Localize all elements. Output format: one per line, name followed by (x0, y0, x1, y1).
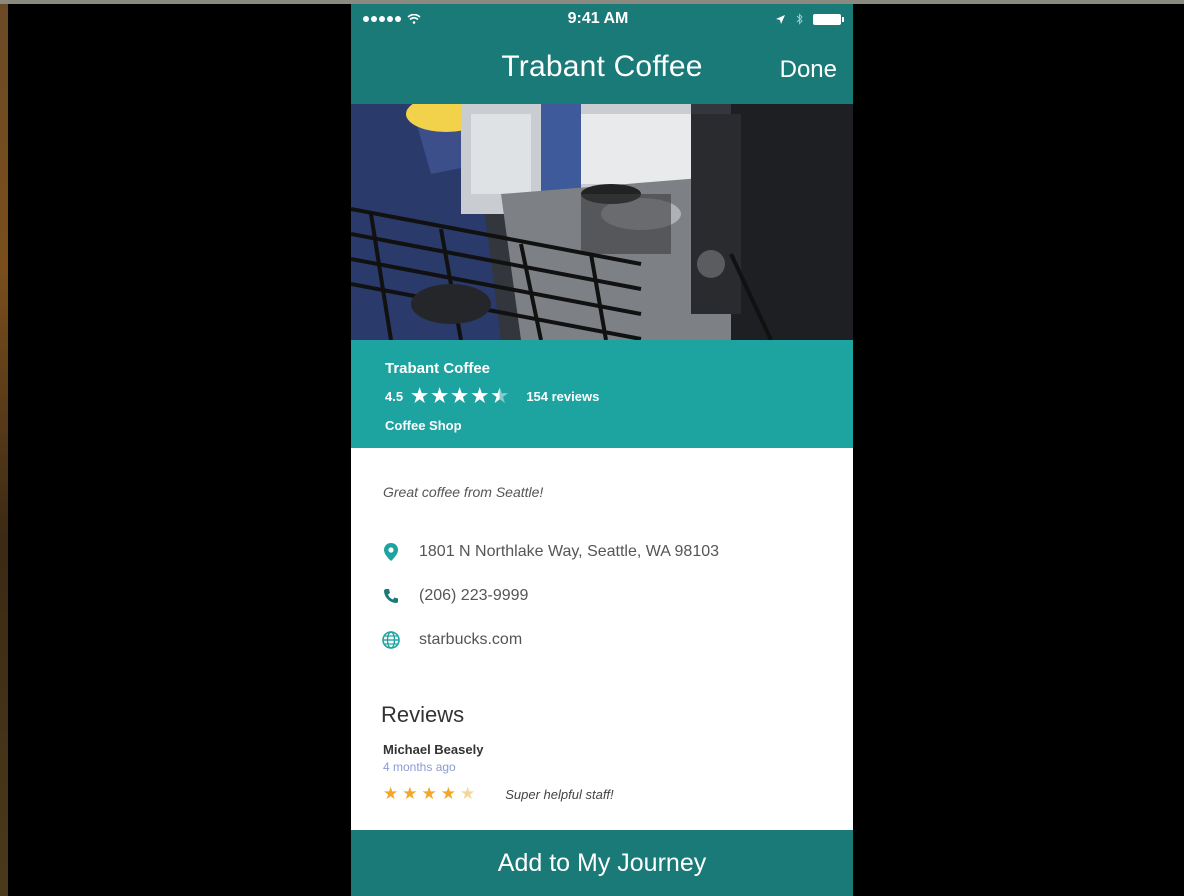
globe-icon (381, 630, 401, 650)
place-summary: Trabant Coffee 4.5 ★ ★ ★ ★ ★ 154 reviews… (351, 340, 853, 448)
review-body: ★ ★ ★ ★ ★ Super helpful staff! (383, 784, 614, 804)
signal-indicator (363, 14, 421, 24)
page-title: Trabant Coffee (501, 50, 703, 83)
star-icon: ★ (402, 784, 418, 803)
details-panel: Great coffee from Seattle! 1801 N Northl… (351, 448, 853, 830)
empty-star-icon: ★ (460, 784, 476, 803)
website-row[interactable]: starbucks.com (381, 630, 522, 650)
cell-signal-icon (363, 16, 401, 22)
phone-text: (206) 223-9999 (419, 587, 529, 604)
rating-value: 4.5 (385, 389, 404, 404)
background-wallpaper (0, 0, 8, 896)
review-author: Michael Beasely (383, 742, 484, 757)
status-right (775, 13, 844, 25)
star-icon: ★ (421, 784, 437, 803)
phone-row[interactable]: (206) 223-9999 (381, 586, 528, 606)
address-text: 1801 N Northlake Way, Seattle, WA 98103 (419, 543, 720, 560)
location-arrow-icon (775, 14, 785, 24)
reviews-heading: Reviews (381, 702, 465, 727)
phone-icon (381, 586, 401, 606)
review-time: 4 months ago (383, 760, 456, 774)
hero-photo (351, 104, 853, 340)
review-stars: ★ ★ ★ ★ ★ (383, 784, 475, 804)
place-name: Trabant Coffee (385, 360, 491, 377)
coffee-shop-interior-image (351, 104, 853, 340)
phone-screen: 9:41 AM Trabant Coffee Done Trabant Coff… (351, 4, 853, 896)
star-icon: ★ (440, 784, 456, 803)
address-row[interactable]: 1801 N Northlake Way, Seattle, WA 98103 (381, 542, 719, 562)
review-text: Super helpful staff! (505, 786, 614, 802)
rating-row: 4.5 ★ ★ ★ ★ ★ 154 reviews (385, 387, 819, 406)
status-bar: 9:41 AM (351, 4, 853, 34)
place-category: Coffee Shop (385, 418, 462, 433)
star-icon: ★ (411, 386, 429, 407)
place-tagline: Great coffee from Seattle! (383, 484, 544, 500)
bluetooth-icon (796, 13, 803, 25)
star-icon: ★ (431, 386, 449, 407)
website-link: starbucks.com (419, 631, 523, 648)
done-button[interactable]: Done (780, 56, 837, 84)
map-pin-icon (381, 542, 401, 562)
wifi-icon (407, 14, 421, 24)
reviews-count[interactable]: 154 reviews (526, 389, 599, 404)
star-icon: ★ (451, 386, 469, 407)
half-star-icon: ★ (491, 386, 509, 407)
status-time: 9:41 AM (567, 10, 629, 27)
rating-stars: ★ ★ ★ ★ ★ (411, 387, 508, 406)
battery-icon (812, 13, 844, 25)
add-to-journey-button[interactable]: Add to My Journey (351, 830, 853, 896)
star-icon: ★ (471, 386, 489, 407)
star-icon: ★ (383, 784, 399, 803)
nav-bar: Trabant Coffee Done (351, 34, 853, 104)
